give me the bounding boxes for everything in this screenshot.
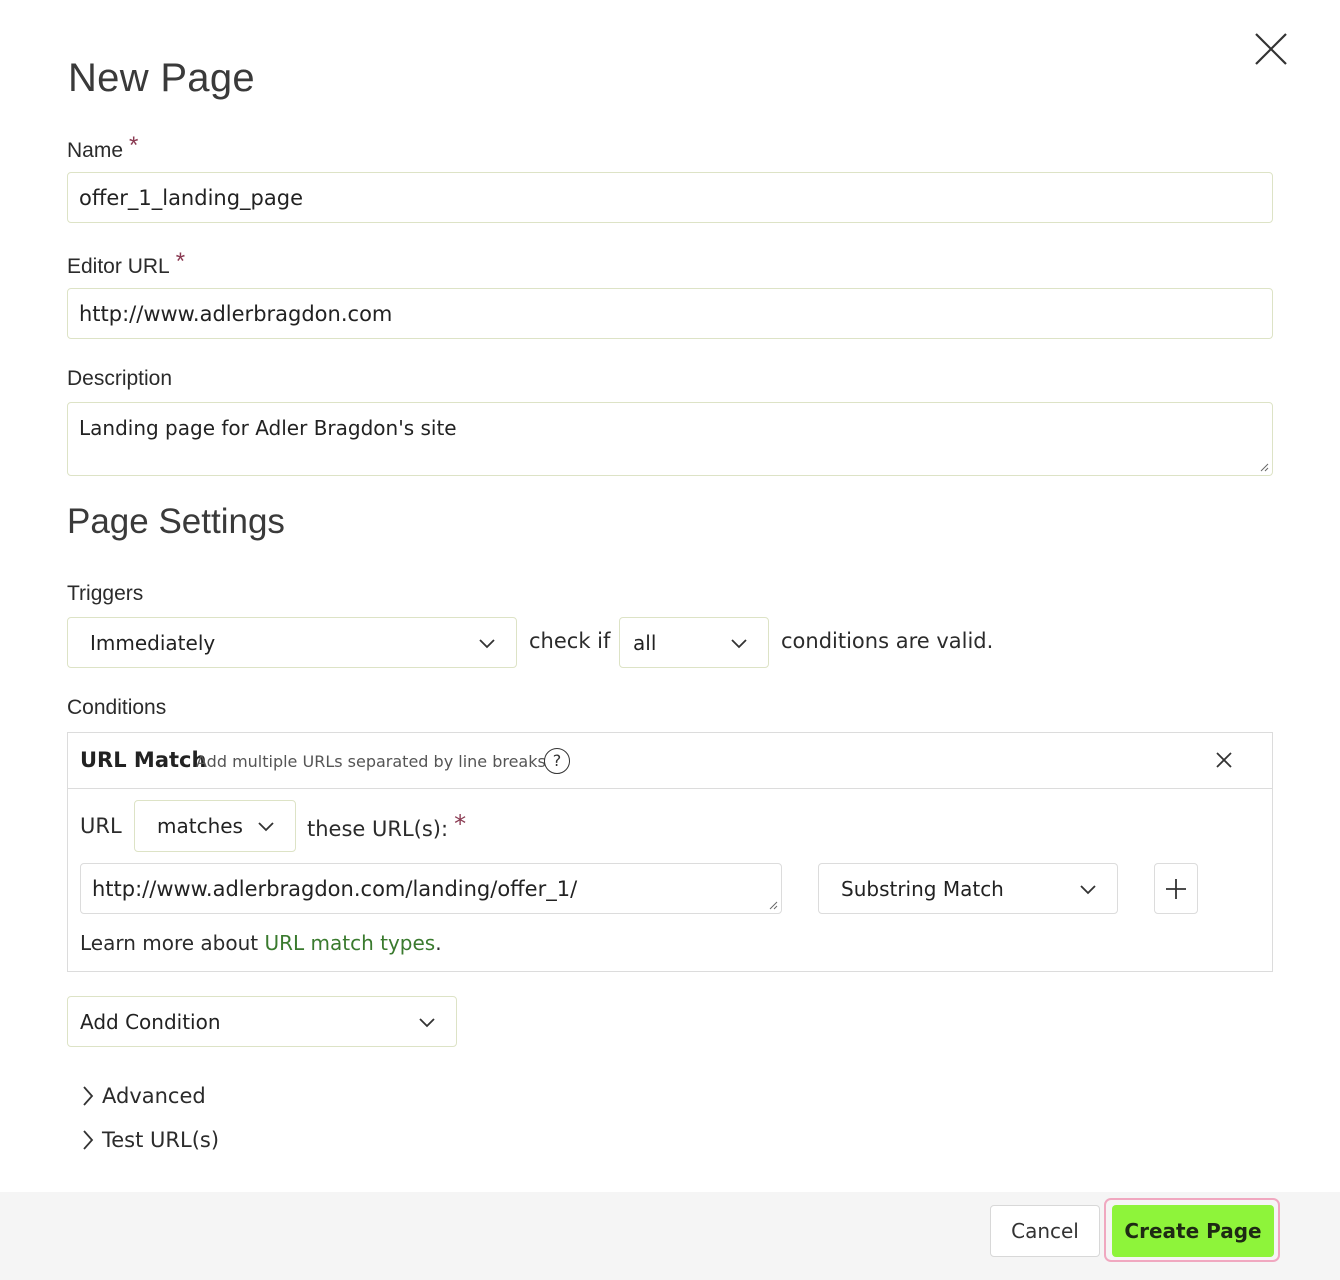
triggers-label: Triggers [67, 582, 144, 605]
url-match-hint: Add multiple URLs separated by line brea… [196, 752, 546, 771]
chevron-down-icon [419, 1017, 435, 1027]
editor-url-input[interactable]: http://www.adlerbragdon.com [67, 288, 1273, 339]
triggers-select[interactable]: Immediately [67, 617, 517, 668]
chevron-down-icon [479, 638, 495, 648]
required-marker: * [129, 132, 139, 159]
check-if-text: check if [529, 629, 611, 653]
description-label: Description [67, 367, 173, 390]
url-operator-select[interactable]: matches [134, 800, 296, 852]
required-marker: * [454, 810, 467, 838]
learn-more-prefix: Learn more about [80, 931, 259, 955]
url-value-textarea[interactable]: http://www.adlerbragdon.com/landing/offe… [80, 863, 782, 914]
add-url-button[interactable] [1154, 863, 1198, 914]
name-label-text: Name [67, 139, 124, 162]
description-value: Landing page for Adler Bragdon's site [79, 416, 457, 440]
description-textarea[interactable]: Landing page for Adler Bragdon's site [67, 402, 1273, 476]
these-text: these [307, 817, 366, 841]
learn-more-end: . [435, 931, 442, 955]
close-icon[interactable] [1252, 30, 1290, 68]
learn-more-text: Learn more about URL match types. [80, 931, 442, 955]
cancel-button[interactable]: Cancel [990, 1205, 1100, 1257]
remove-condition-icon[interactable] [1213, 749, 1235, 771]
plus-icon [1166, 878, 1186, 899]
match-type-value: Substring Match [841, 876, 1004, 901]
resize-handle-icon[interactable] [768, 900, 778, 910]
url-operator-value: matches [157, 814, 243, 838]
condition-mode-select[interactable]: all [619, 617, 769, 668]
triggers-select-value: Immediately [90, 630, 216, 655]
url-match-title: URL Match [80, 748, 207, 772]
add-condition-value: Add Condition [80, 1009, 221, 1034]
chevron-down-icon [258, 822, 274, 832]
chevron-down-icon [731, 638, 747, 648]
chevron-right-icon [83, 1130, 94, 1150]
dialog-title: New Page [68, 56, 255, 100]
name-input-value: offer_1_landing_page [79, 185, 303, 210]
chevron-right-icon [83, 1086, 94, 1106]
advanced-label: Advanced [102, 1084, 206, 1108]
test-urls-expander[interactable]: Test URL(s) [80, 1128, 219, 1152]
conditions-label: Conditions [67, 696, 167, 719]
name-label: Name * [67, 132, 138, 164]
match-type-select[interactable]: Substring Match [818, 863, 1118, 914]
conditions-valid-text: conditions are valid. [781, 629, 994, 653]
add-condition-select[interactable]: Add Condition [67, 996, 457, 1047]
editor-url-label: Editor URL * [67, 248, 185, 280]
name-input[interactable]: offer_1_landing_page [67, 172, 1273, 223]
chevron-down-icon [1080, 884, 1096, 894]
advanced-expander[interactable]: Advanced [80, 1084, 206, 1108]
condition-mode-value: all [633, 630, 657, 655]
resize-handle-icon[interactable] [1259, 462, 1269, 472]
create-page-button[interactable]: Create Page [1112, 1205, 1274, 1257]
url-match-header: URL Match Add multiple URLs separated by… [68, 733, 1272, 789]
url-value-text: http://www.adlerbragdon.com/landing/offe… [92, 876, 578, 901]
editor-url-input-value: http://www.adlerbragdon.com [79, 301, 393, 326]
test-urls-label: Test URL(s) [102, 1128, 220, 1152]
these-urls-label: these URL(s): * [307, 810, 466, 842]
page-settings-title: Page Settings [67, 502, 285, 541]
required-marker: * [175, 248, 186, 275]
urls-text: URL(s): [372, 817, 449, 841]
url-match-types-link[interactable]: URL match types [264, 931, 435, 955]
dialog-footer: Cancel Create Page [0, 1192, 1340, 1280]
url-match-condition: URL Match Add multiple URLs separated by… [67, 732, 1273, 972]
help-icon[interactable]: ? [544, 748, 570, 774]
editor-url-label-text: Editor URL [67, 255, 170, 278]
url-label: URL [80, 814, 122, 838]
